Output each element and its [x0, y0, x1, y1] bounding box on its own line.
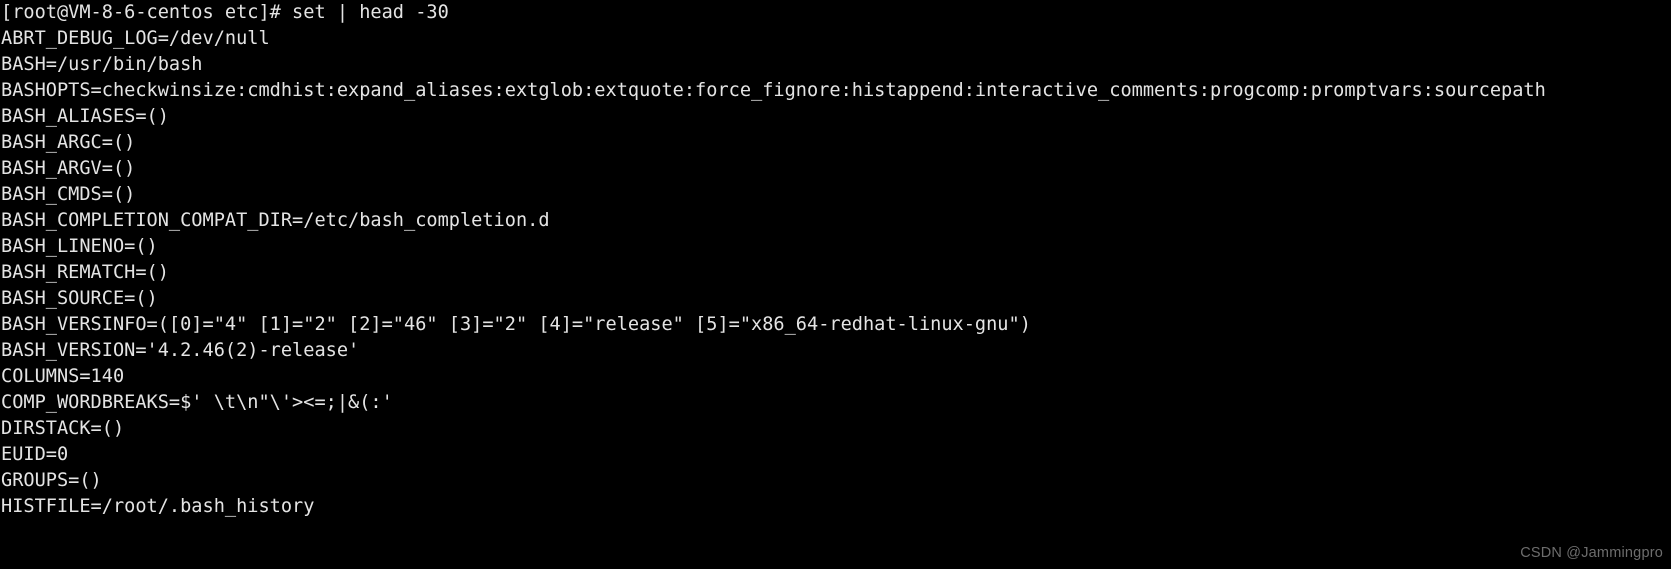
terminal-line-output: DIRSTACK=(): [1, 418, 125, 439]
terminal-line-output: COMP_WORDBREAKS=$' \t\n"\'><=;|&(:': [1, 392, 393, 413]
terminal-line-output: BASH_ARGC=(): [1, 132, 136, 153]
csdn-watermark: CSDN @Jammingpro: [1520, 545, 1663, 561]
terminal-line-output: HISTFILE=/root/.bash_history: [1, 496, 315, 517]
terminal-line-output: BASH_ALIASES=(): [1, 106, 169, 127]
terminal-line-output: BASH_LINENO=(): [1, 236, 158, 257]
terminal-line-output: BASH=/usr/bin/bash: [1, 54, 203, 75]
terminal-line-output: GROUPS=(): [1, 470, 102, 491]
terminal-line-output: BASH_ARGV=(): [1, 158, 136, 179]
terminal-line-output: BASHOPTS=checkwinsize:cmdhist:expand_ali…: [1, 80, 1546, 101]
terminal-line-output: COLUMNS=140: [1, 366, 125, 387]
terminal-line-output: BASH_VERSION='4.2.46(2)-release': [1, 340, 360, 361]
terminal-line-output: BASH_CMDS=(): [1, 184, 136, 205]
terminal-window[interactable]: [root@VM-8-6-centos etc]# set | head -30…: [0, 0, 1671, 569]
terminal-line-output: BASH_REMATCH=(): [1, 262, 169, 283]
terminal-line-output: ABRT_DEBUG_LOG=/dev/null: [1, 28, 270, 49]
terminal-line-output: BASH_SOURCE=(): [1, 288, 158, 309]
terminal-output-area[interactable]: [root@VM-8-6-centos etc]# set | head -30…: [0, 0, 1671, 520]
terminal-line-output: EUID=0: [1, 444, 69, 465]
terminal-line-output: BASH_COMPLETION_COMPAT_DIR=/etc/bash_com…: [1, 210, 550, 231]
terminal-line-output: BASH_VERSINFO=([0]="4" [1]="2" [2]="46" …: [1, 314, 1031, 335]
terminal-line-prompt-command: [root@VM-8-6-centos etc]# set | head -30: [1, 2, 449, 23]
